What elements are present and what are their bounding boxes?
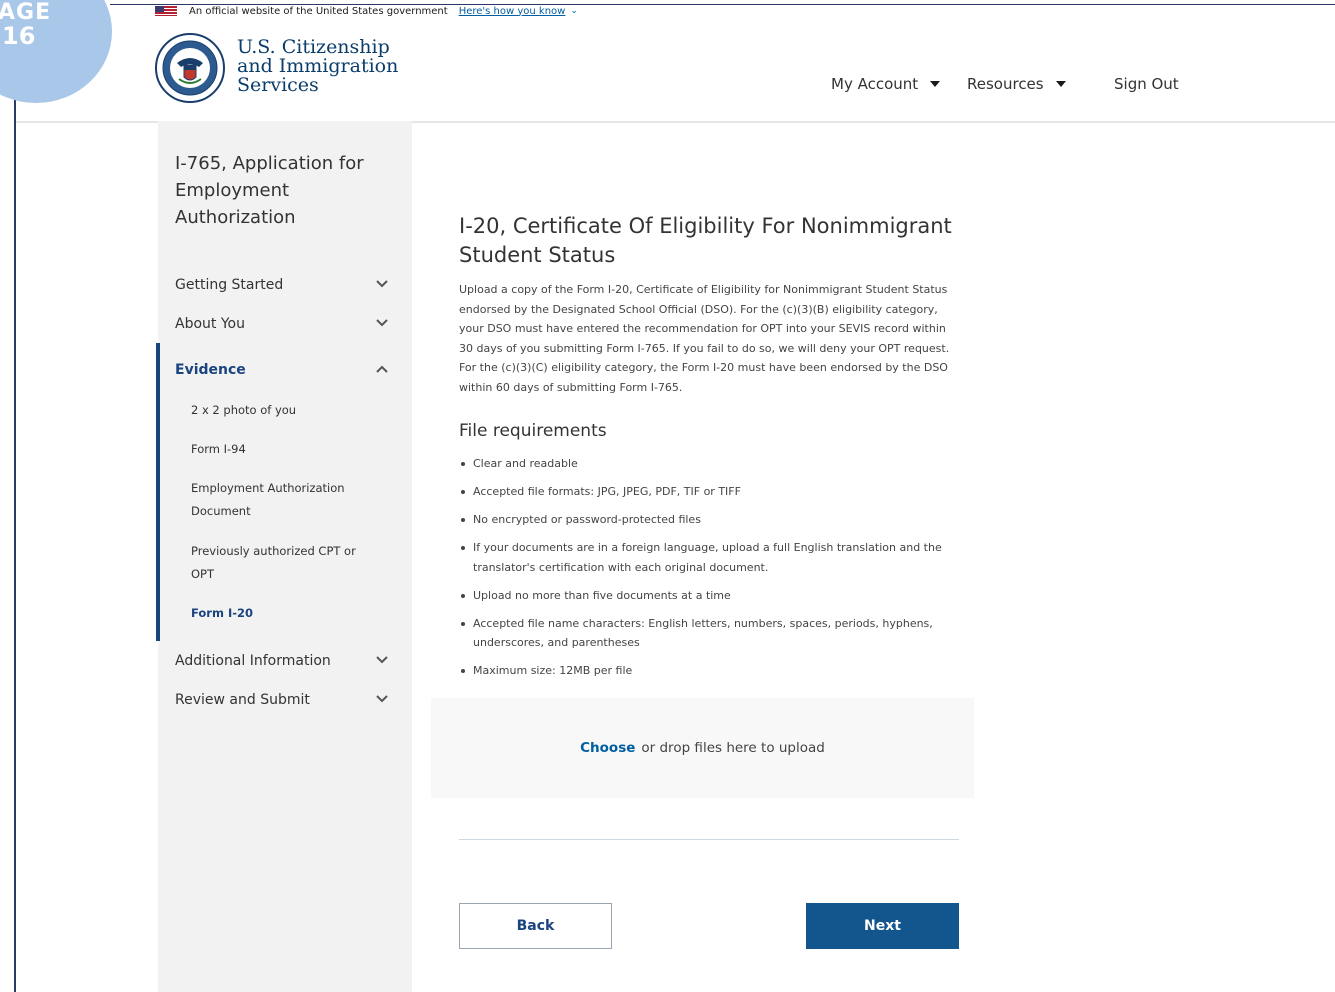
- agency-name-line3: Services: [237, 74, 319, 96]
- list-item: Upload no more than five documents at a …: [459, 586, 959, 606]
- sidebar-item-additional-information[interactable]: Additional Information: [175, 649, 395, 673]
- my-account-menu[interactable]: My Account: [831, 75, 941, 93]
- gov-banner-text: An official website of the United States…: [189, 5, 448, 17]
- sidebar-item-about-you[interactable]: About You: [175, 312, 395, 336]
- chevron-down-icon[interactable]: ⌄: [570, 6, 578, 16]
- sign-out-label: Sign Out: [1114, 75, 1179, 93]
- chevron-down-icon: [376, 319, 388, 327]
- file-requirements-list: Clear and readable Accepted file formats…: [459, 454, 959, 689]
- active-section-indicator: [156, 343, 160, 641]
- caret-down-icon: [1055, 81, 1066, 87]
- back-button[interactable]: Back: [459, 903, 612, 949]
- site-header: U.S. Citizenship and Immigration Service…: [16, 18, 1335, 123]
- page-badge-line2: 16: [2, 22, 36, 50]
- evidence-item-form-i94[interactable]: Form I-94: [191, 438, 381, 461]
- chevron-down-icon: [376, 280, 388, 288]
- evidence-item-photo[interactable]: 2 x 2 photo of you: [191, 399, 381, 422]
- list-item: Accepted file formats: JPG, JPEG, PDF, T…: [459, 482, 959, 502]
- list-item: Accepted file name characters: English l…: [459, 614, 959, 653]
- choose-files-link[interactable]: Choose: [580, 740, 635, 756]
- next-button[interactable]: Next: [806, 903, 959, 949]
- dropzone-text: or drop files here to upload: [641, 740, 825, 756]
- list-item: Clear and readable: [459, 454, 959, 474]
- sidebar-item-label: Getting Started: [175, 277, 284, 293]
- sidebar-item-label: Evidence: [175, 362, 246, 378]
- sidebar-item-getting-started[interactable]: Getting Started: [175, 273, 395, 297]
- file-upload-dropzone[interactable]: Choose or drop files here to upload: [431, 698, 974, 798]
- us-flag-icon: [155, 6, 177, 16]
- file-requirements-heading: File requirements: [459, 421, 607, 441]
- list-item: Maximum size: 12MB per file: [459, 661, 959, 681]
- form-title: I-765, Application for Employment Author…: [175, 153, 364, 228]
- my-account-label: My Account: [831, 75, 919, 93]
- divider: [459, 839, 959, 840]
- list-item: If your documents are in a foreign langu…: [459, 538, 959, 577]
- list-item: No encrypted or password-protected files: [459, 510, 959, 530]
- chevron-down-icon: [376, 656, 388, 664]
- sidebar-item-review-and-submit[interactable]: Review and Submit: [175, 688, 395, 712]
- chevron-up-icon: [376, 365, 388, 373]
- dhs-seal-icon[interactable]: [155, 33, 225, 103]
- gov-banner: An official website of the United States…: [155, 4, 578, 18]
- page-left-rule: [14, 0, 16, 992]
- sidebar-item-label: Review and Submit: [175, 692, 310, 708]
- heres-how-you-know-link[interactable]: Here's how you know: [459, 6, 566, 17]
- chevron-down-icon: [376, 695, 388, 703]
- caret-down-icon: [930, 81, 941, 87]
- resources-menu[interactable]: Resources: [967, 75, 1066, 93]
- evidence-item-form-i20[interactable]: Form I-20: [191, 602, 381, 625]
- resources-label: Resources: [967, 75, 1044, 93]
- evidence-item-ead[interactable]: Employment Authorization Document: [191, 477, 366, 523]
- intro-text: Upload a copy of the Form I-20, Certific…: [459, 283, 950, 394]
- sidebar-item-label: Additional Information: [175, 653, 331, 669]
- sidebar-item-label: About You: [175, 316, 245, 332]
- page-title: I-20, Certificate Of Eligibility For Non…: [459, 214, 952, 267]
- sidebar-item-evidence[interactable]: Evidence: [175, 358, 395, 382]
- evidence-item-cpt-opt[interactable]: Previously authorized CPT or OPT: [191, 540, 366, 586]
- sign-out-link[interactable]: Sign Out: [1114, 75, 1179, 93]
- agency-name[interactable]: U.S. Citizenship and Immigration Service…: [237, 38, 398, 95]
